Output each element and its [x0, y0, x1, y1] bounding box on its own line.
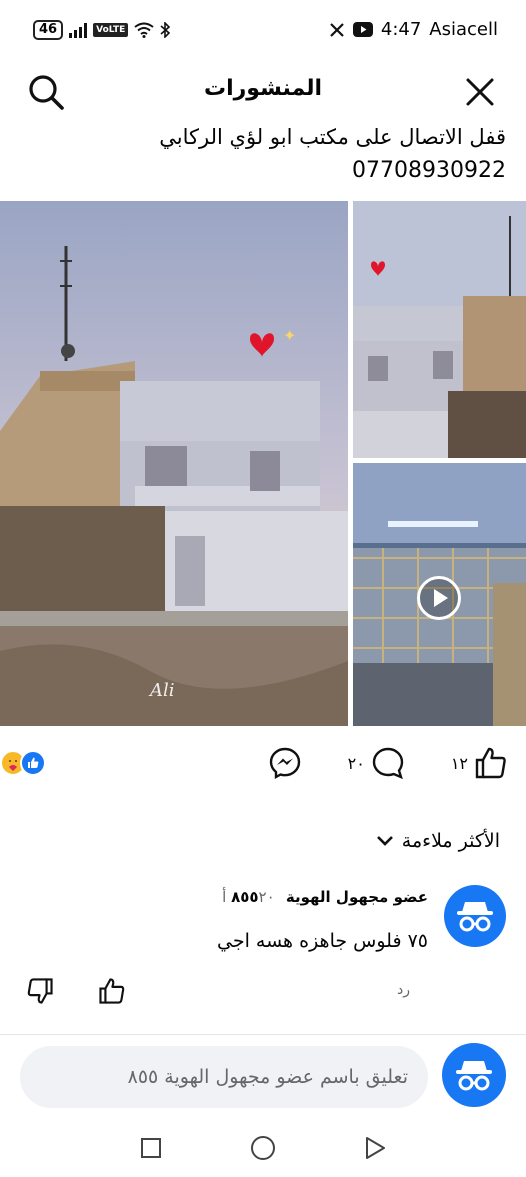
- anonymous-icon: [457, 902, 493, 932]
- comment-icon: [372, 747, 404, 780]
- header: المنشورات: [0, 60, 526, 122]
- square-icon: [141, 1138, 161, 1158]
- wifi-icon: [134, 22, 154, 38]
- comment-count: ٢٠: [347, 753, 365, 773]
- post-actions: ٢٠ ١٢: [268, 746, 508, 780]
- recents-button[interactable]: [137, 1134, 165, 1162]
- signal-icon: [69, 22, 88, 38]
- status-left: 46 VoLTE: [33, 20, 171, 40]
- comment-input[interactable]: تعليق باسم عضو مجهول الهوية ٨٥٥: [20, 1046, 428, 1108]
- messenger-icon: [269, 747, 300, 780]
- thumbs-up-icon: [475, 747, 506, 779]
- post-photo-main[interactable]: ✦ Ali: [0, 201, 348, 726]
- post-video[interactable]: [353, 463, 526, 726]
- circle-icon: [251, 1136, 275, 1160]
- comment-author-line: عضو مجهول الهوية ٨٥٥٢٠ أ: [222, 888, 428, 906]
- triangle-back-icon: [366, 1137, 385, 1159]
- post-body: قفل الاتصال على مكتب ابو لؤي الركابي: [159, 125, 506, 149]
- volte-badge: VoLTE: [93, 23, 129, 37]
- like-button[interactable]: ١٢: [451, 746, 508, 780]
- status-bar: 46 VoLTE 4:47 Asiacell: [0, 0, 526, 60]
- house-photo-2: [353, 201, 526, 458]
- carrier: Asiacell: [429, 19, 498, 40]
- reactions-row: ٢٠ ١٢: [0, 744, 526, 788]
- anonymous-icon: [456, 1061, 492, 1091]
- comment-dislike-button[interactable]: [26, 977, 54, 1009]
- home-button[interactable]: [249, 1134, 277, 1162]
- close-button[interactable]: [458, 70, 502, 114]
- thumbs-down-icon: [27, 978, 53, 1004]
- bluetooth-icon: [160, 22, 171, 38]
- comment-like-button[interactable]: [98, 977, 126, 1009]
- x-app-icon: [330, 22, 344, 37]
- comments-sort-dropdown[interactable]: الأكثر ملاءمة: [376, 830, 500, 852]
- play-button[interactable]: [417, 576, 461, 620]
- status-right: 4:47 Asiacell: [329, 19, 498, 40]
- share-messenger-button[interactable]: [268, 746, 302, 780]
- youtube-icon: [352, 22, 373, 37]
- reply-button[interactable]: رد: [397, 982, 410, 998]
- clock: 4:47: [380, 19, 422, 40]
- photo-signature: Ali: [148, 680, 175, 701]
- thumbs-up-icon: [99, 978, 125, 1004]
- comment-input-placeholder: تعليق باسم عضو مجهول الهوية ٨٥٥: [127, 1066, 408, 1088]
- composer-avatar[interactable]: [442, 1043, 506, 1107]
- house-photo: ✦ Ali: [0, 201, 348, 726]
- like-icon: [20, 750, 46, 776]
- reaction-summary[interactable]: [0, 750, 46, 776]
- comment-avatar[interactable]: [444, 885, 506, 947]
- network-badge: 46: [33, 20, 64, 40]
- post-phone[interactable]: 07708930922: [16, 154, 506, 187]
- like-count: ١٢: [450, 753, 468, 773]
- comment-button[interactable]: ٢٠: [348, 746, 405, 780]
- back-button[interactable]: [361, 1134, 389, 1162]
- sort-label: الأكثر ملاءمة: [401, 830, 500, 852]
- comment-body: ٧٥ فلوس جاهزه هسه اجي: [217, 930, 428, 952]
- system-nav-bar: [0, 1120, 526, 1177]
- post-text: قفل الاتصال على مكتب ابو لؤي الركابي 077…: [16, 121, 506, 187]
- close-icon: [466, 78, 494, 106]
- comment-item: عضو مجهول الهوية ٨٥٥٢٠ أ ٧٥ فلوس جاهزه ه…: [0, 880, 526, 1020]
- page-title: المنشورات: [203, 76, 323, 101]
- divider: [0, 1034, 526, 1035]
- post-photo-2[interactable]: [353, 201, 526, 458]
- svg-text:✦: ✦: [283, 326, 296, 345]
- chevron-down-icon: [376, 836, 393, 846]
